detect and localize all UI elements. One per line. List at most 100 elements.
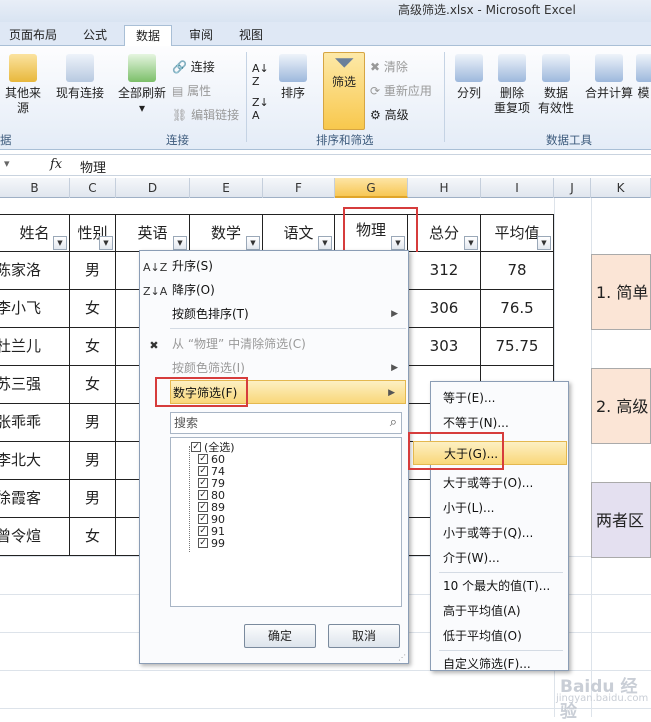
cell-avg[interactable]: 76.5 <box>481 290 554 328</box>
tab-data[interactable]: 数据 <box>124 25 172 47</box>
cell-gender[interactable]: 男 <box>70 252 116 290</box>
cell-gender[interactable]: 男 <box>70 480 116 518</box>
filter-dropdown-icon[interactable]: ▼ <box>318 236 332 250</box>
cell-gender[interactable]: 女 <box>70 328 116 366</box>
connections-button[interactable]: 🔗 连接 <box>172 58 215 75</box>
filter-checkbox-item[interactable]: ✓ 99 <box>198 538 225 550</box>
tab-page-layout[interactable]: 页面布局 <box>0 25 66 46</box>
cell-total[interactable]: 312 <box>408 252 481 290</box>
checkbox-icon[interactable]: ✓ <box>198 490 208 500</box>
cell-gender[interactable]: 男 <box>70 442 116 480</box>
tab-formulas[interactable]: 公式 <box>72 25 118 46</box>
sort-button[interactable]: 排序 <box>276 54 310 101</box>
cell-total[interactable]: 306 <box>408 290 481 328</box>
submenu-item[interactable]: 自定义筛选(F)... <box>431 652 568 676</box>
col-header-i[interactable]: I <box>481 178 554 198</box>
formula-input[interactable]: 物理 <box>80 157 106 176</box>
submenu-item[interactable]: 介于(W)... <box>431 546 568 570</box>
insert-function-icon[interactable]: fx <box>50 157 62 172</box>
cell-gender[interactable]: 男 <box>70 404 116 442</box>
checkbox-icon[interactable]: ✓ <box>198 478 208 488</box>
cell-avg[interactable]: 75.75 <box>481 328 554 366</box>
cell-gender[interactable]: 女 <box>70 290 116 328</box>
submenu-item[interactable]: 大于或等于(O)... <box>431 471 568 495</box>
col-header-b[interactable]: B <box>0 178 70 198</box>
menu-sort-by-color[interactable]: 按颜色排序(T) ▶ <box>140 302 408 326</box>
submenu-item[interactable]: 低于平均值(O) <box>431 624 568 648</box>
refresh-all-button[interactable]: 全部刷新 ▾ <box>114 54 170 116</box>
cell-name[interactable]: 杜兰儿 <box>0 328 70 366</box>
submenu-item[interactable]: 小于(L)... <box>431 496 568 520</box>
tab-review[interactable]: 审阅 <box>178 25 224 46</box>
checkbox-icon[interactable]: ✓ <box>198 514 208 524</box>
cell-name[interactable]: 苏三强 <box>0 366 70 404</box>
col-header-c[interactable]: C <box>70 178 116 198</box>
submenu-item[interactable]: 等于(E)... <box>431 386 568 410</box>
checkbox-icon[interactable]: ✓ <box>198 538 208 548</box>
checkbox-icon[interactable]: ✓ <box>198 466 208 476</box>
sort-desc-icon[interactable]: Z↓ A <box>252 96 269 122</box>
cell-name[interactable]: 李小飞 <box>0 290 70 328</box>
header-name[interactable]: 姓名 ▼ <box>0 214 70 252</box>
sort-asc-icon[interactable]: A↓ Z <box>252 62 269 88</box>
submenu-item[interactable]: 10 个最大的值(T)... <box>431 574 568 598</box>
col-header-d[interactable]: D <box>116 178 190 198</box>
filter-dropdown-icon[interactable]: ▼ <box>464 236 478 250</box>
header-average[interactable]: 平均值 ▼ <box>481 214 554 252</box>
filter-dropdown-icon[interactable]: ▼ <box>246 236 260 250</box>
header-english[interactable]: 英语 ▼ <box>116 214 190 252</box>
properties-button[interactable]: ▤ 属性 <box>172 82 211 99</box>
remove-duplicates-button[interactable]: 删除 重复项 <box>490 54 534 116</box>
other-sources-button[interactable]: 其他来源 <box>0 54 46 116</box>
col-header-g[interactable]: G <box>335 178 408 198</box>
checkbox-icon[interactable]: ✓ <box>198 502 208 512</box>
cancel-button[interactable]: 取消 <box>328 624 400 648</box>
cell-name[interactable]: 张乖乖 <box>0 404 70 442</box>
filter-dropdown-icon[interactable]: ▼ <box>53 236 67 250</box>
col-header-j[interactable]: J <box>554 178 591 198</box>
filter-button-content[interactable]: ⏷ 筛选 <box>323 50 365 90</box>
col-header-h[interactable]: H <box>408 178 481 198</box>
checkbox-icon[interactable]: ✓ <box>198 454 208 464</box>
name-box-arrow-icon[interactable]: ▾ <box>4 157 10 170</box>
menu-sort-descending[interactable]: Z↓A 降序(O) <box>140 278 408 302</box>
submenu-item[interactable]: 高于平均值(A) <box>431 599 568 623</box>
menu-sort-ascending[interactable]: A↓Z 升序(S) <box>140 254 408 278</box>
tab-view[interactable]: 视图 <box>228 25 274 46</box>
cell-gender[interactable]: 女 <box>70 366 116 404</box>
menu-clear-filter[interactable]: ✖ 从 “物理” 中清除筛选(C) <box>140 332 408 356</box>
text-to-columns-button[interactable]: 分列 <box>450 54 488 101</box>
filter-dropdown-icon[interactable]: ▼ <box>173 236 187 250</box>
what-if-button[interactable]: 模 <box>636 54 651 101</box>
header-chinese[interactable]: 语文 ▼ <box>263 214 335 252</box>
filter-dropdown-icon[interactable]: ▼ <box>99 236 113 250</box>
cell-name[interactable]: 陈家洛 <box>0 252 70 290</box>
submenu-item[interactable]: 小于或等于(Q)... <box>431 521 568 545</box>
filter-search-input[interactable]: 搜索 ⌕ <box>170 412 402 434</box>
clear-button[interactable]: ✖ 清除 <box>370 58 408 75</box>
search-icon[interactable]: ⌕ <box>390 413 397 433</box>
cell-total[interactable]: 303 <box>408 328 481 366</box>
cell-name[interactable]: 徐霞客 <box>0 480 70 518</box>
cell-avg[interactable]: 78 <box>481 252 554 290</box>
data-validation-button[interactable]: 数据 有效性 <box>534 54 578 116</box>
existing-connections-button[interactable]: 现有连接 <box>52 54 108 101</box>
consolidate-button[interactable]: 合并计算 <box>582 54 636 101</box>
col-header-k[interactable]: K <box>591 178 651 198</box>
col-header-e[interactable]: E <box>190 178 263 198</box>
header-gender[interactable]: 性别 ▼ <box>70 214 116 252</box>
cell-name[interactable]: 曾令煊 <box>0 518 70 556</box>
col-header-f[interactable]: F <box>263 178 335 198</box>
checkbox-icon[interactable]: ✓ <box>191 442 201 452</box>
cell-name[interactable]: 李北大 <box>0 442 70 480</box>
edit-links-button[interactable]: ⛓ 编辑链接 <box>172 106 239 123</box>
reapply-button[interactable]: ⟳ 重新应用 <box>370 82 432 99</box>
header-total[interactable]: 总分 ▼ <box>408 214 481 252</box>
advanced-button[interactable]: ⚙ 高级 <box>370 106 409 123</box>
header-math[interactable]: 数学 ▼ <box>190 214 263 252</box>
checkbox-icon[interactable]: ✓ <box>198 526 208 536</box>
ok-button[interactable]: 确定 <box>244 624 316 648</box>
cell-gender[interactable]: 女 <box>70 518 116 556</box>
resize-grip-icon[interactable]: ⋰ <box>398 653 406 662</box>
filter-dropdown-icon[interactable]: ▼ <box>537 236 551 250</box>
